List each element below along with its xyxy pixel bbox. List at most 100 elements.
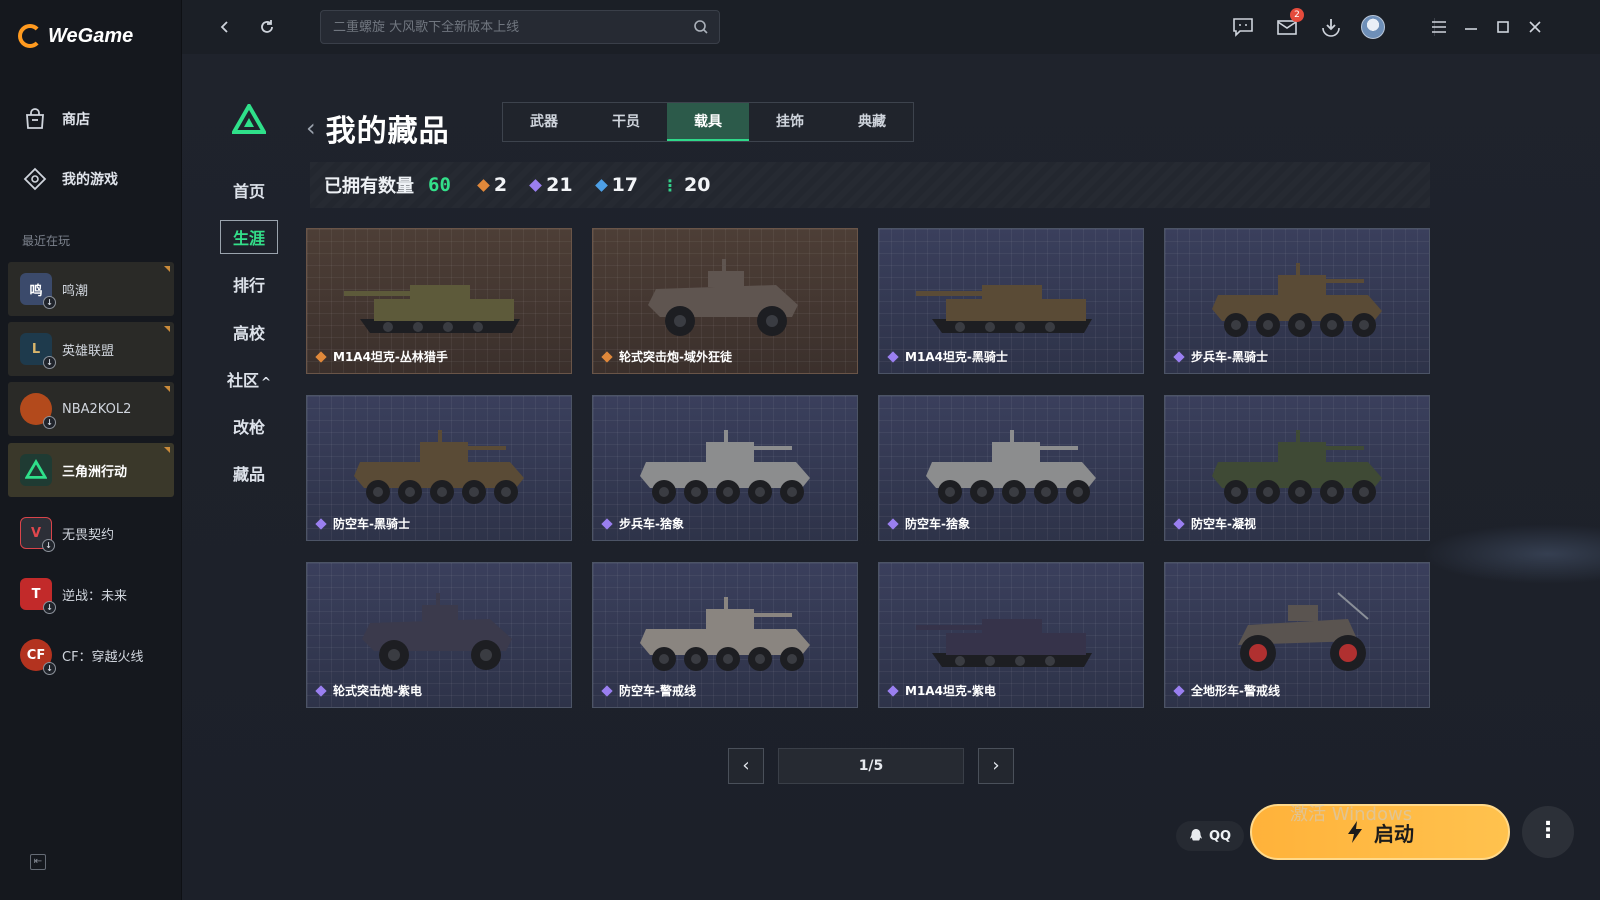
chat-button[interactable] [1230, 14, 1256, 40]
game-label: 逆战：未来 [62, 588, 128, 604]
vehicle-name: 步兵车-猞象 [619, 517, 684, 531]
more-options-button[interactable]: ⋮ [1522, 806, 1574, 858]
stat-green-value: 20 [684, 174, 711, 196]
vehicle-name: 轮式突击炮-紫电 [333, 684, 422, 698]
tab-charms[interactable]: 挂饰 [749, 103, 831, 141]
download-icon: ↓ [43, 356, 56, 369]
side-tab-home[interactable]: 首页 [218, 178, 280, 202]
basketball-icon: ↓ [20, 393, 56, 429]
side-tab-community[interactable]: 社区 ^ [218, 367, 280, 391]
tab-vehicles[interactable]: 载具 [667, 103, 749, 141]
vehicle-card-label: 轮式突击炮-域外狂徒 [601, 348, 732, 365]
maximize-button[interactable] [1490, 14, 1516, 40]
hamburger-icon [1432, 21, 1446, 33]
collapse-sidebar-icon[interactable]: ⇤ [30, 854, 46, 870]
vehicle-card[interactable]: 轮式突击炮-域外狂徒 [592, 228, 858, 374]
delta-force-logo-icon [232, 104, 266, 134]
tank-vehicle-image [916, 285, 1092, 333]
search-box[interactable] [320, 10, 720, 44]
vehicle-card[interactable]: 轮式突击炮-紫电 [306, 562, 572, 708]
main-content: 首页 生涯 排行 高校 社区 ^ 改枪 藏品 ‹ 我的藏品 武器 干员 载具 挂饰… [182, 54, 1600, 900]
prev-page-button[interactable]: ‹ [728, 748, 764, 784]
app-name: WeGame [48, 24, 134, 47]
vehicle-card[interactable]: 防空车-黑骑士 [306, 395, 572, 541]
vehicle-card[interactable]: 防空车-猞象 [878, 395, 1144, 541]
page-back-chevron-icon[interactable]: ‹ [306, 116, 316, 140]
vehicle-card-label: 防空车-黑骑士 [315, 515, 410, 532]
valorant-icon: V ↓ [20, 517, 55, 552]
mail-button[interactable]: 2 [1274, 8, 1304, 40]
vehicle-card[interactable]: M1A4坦克-黑骑士 [878, 228, 1144, 374]
vehicle-name: M1A4坦克-丛林猎手 [333, 350, 448, 364]
owned-total: 60 [428, 174, 451, 196]
tank-vehicle-image [344, 285, 520, 333]
game-item-crossfire[interactable]: CF ↓ CF：穿越火线 [8, 628, 174, 682]
vehicle-card-label: 步兵车-猞象 [601, 515, 684, 532]
minimize-button[interactable] [1458, 14, 1484, 40]
nav-my-games[interactable]: 我的游戏 [22, 166, 118, 192]
tab-weapons[interactable]: 武器 [503, 103, 585, 141]
game-item-delta-force[interactable]: 三角洲行动 [8, 443, 174, 497]
back-button[interactable] [212, 14, 238, 40]
vehicle-card[interactable]: 步兵车-黑骑士 [1164, 228, 1430, 374]
user-avatar-button[interactable] [1360, 14, 1386, 40]
side-tab-college[interactable]: 高校 [218, 320, 280, 344]
purple-rarity-icon [887, 684, 899, 697]
vehicle-card-label: M1A4坦克-黑骑士 [887, 348, 1008, 365]
vehicle-card[interactable]: 全地形车-警戒线 [1164, 562, 1430, 708]
vehicle-card[interactable]: 步兵车-猞象 [592, 395, 858, 541]
qq-login-button[interactable]: QQ [1176, 821, 1244, 851]
game-item-nizhan[interactable]: T ↓ 逆战：未来 [8, 567, 174, 621]
search-icon[interactable] [693, 19, 709, 35]
minimize-icon [1465, 28, 1477, 30]
game-item-lol[interactable]: L ↓ 英雄联盟 [8, 322, 174, 376]
downloads-button[interactable] [1318, 14, 1344, 40]
qq-icon [1189, 829, 1202, 841]
tab-operators[interactable]: 干员 [585, 103, 667, 141]
game-item-wuthering-waves[interactable]: 鸣 ↓ 鸣潮 [8, 262, 174, 316]
page-indicator: 1/5 [778, 748, 964, 784]
vehicle-card[interactable]: 防空车-警戒线 [592, 562, 858, 708]
side-tab-collection[interactable]: 藏品 [218, 461, 280, 485]
tank-vehicle-image [916, 619, 1092, 667]
side-tab-career[interactable]: 生涯 [220, 220, 278, 254]
game-item-nba2kol2[interactable]: ↓ NBA2KOL2 [8, 382, 174, 436]
purple-rarity-icon [1173, 350, 1185, 363]
nav-my-games-label: 我的游戏 [62, 172, 118, 188]
nav-store[interactable]: 商店 [22, 106, 90, 132]
vehicle-card-label: 步兵车-黑骑士 [1173, 348, 1268, 365]
vehicle-card-label: M1A4坦克-丛林猎手 [315, 348, 448, 365]
game-item-valorant[interactable]: V ↓ 无畏契约 [8, 506, 174, 560]
close-icon [1529, 21, 1541, 33]
download-icon: ↓ [43, 416, 56, 429]
gold-rarity-icon [477, 178, 490, 192]
stat-gold-value: 2 [493, 174, 508, 196]
store-icon [26, 108, 44, 129]
wegame-logo[interactable]: WeGame [18, 24, 133, 48]
side-tab-gunsmith[interactable]: 改枪 [218, 414, 280, 438]
apc-vehicle-image [926, 430, 1096, 504]
vehicle-card[interactable]: M1A4坦克-紫电 [878, 562, 1144, 708]
refresh-button[interactable] [254, 14, 280, 40]
topbar: 2 [182, 0, 1600, 54]
side-tab-ranking[interactable]: 排行 [218, 272, 280, 296]
owned-stats-bar: 已拥有数量 60 2 21 17 ⋮ 20 [310, 162, 1430, 208]
purple-rarity-icon [887, 350, 899, 363]
stat-blue-value: 17 [611, 174, 639, 196]
avatar [1361, 15, 1385, 39]
next-page-button[interactable]: › [978, 748, 1014, 784]
vehicle-card[interactable]: 防空车-凝视 [1164, 395, 1430, 541]
gold-rarity-icon [601, 350, 613, 363]
vehicle-card-label: 轮式突击炮-紫电 [315, 682, 422, 699]
menu-button[interactable] [1426, 14, 1452, 40]
green-rarity-icon: ⋮ [662, 175, 679, 195]
owned-count-label: 已拥有数量 [324, 176, 414, 197]
search-input[interactable] [333, 19, 673, 35]
vehicle-card[interactable]: M1A4坦克-丛林猎手 [306, 228, 572, 374]
close-button[interactable] [1522, 14, 1548, 40]
purple-rarity-icon [315, 517, 327, 530]
nav-store-label: 商店 [62, 112, 90, 128]
vehicle-name: 防空车-凝视 [1191, 517, 1256, 531]
tab-archive[interactable]: 典藏 [831, 103, 913, 141]
gold-rarity-icon [315, 350, 327, 363]
